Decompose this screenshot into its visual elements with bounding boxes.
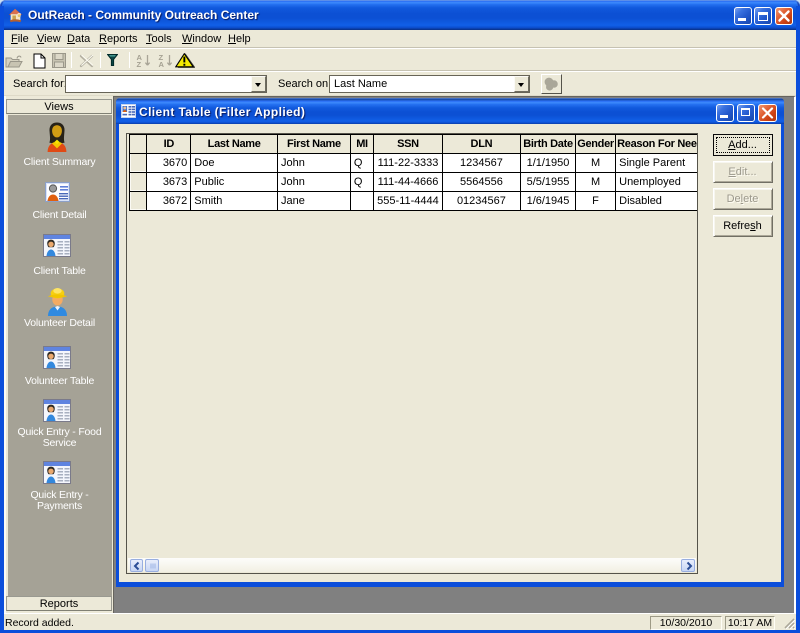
svg-text:A: A [159, 60, 165, 67]
svg-text:Z: Z [137, 60, 142, 67]
